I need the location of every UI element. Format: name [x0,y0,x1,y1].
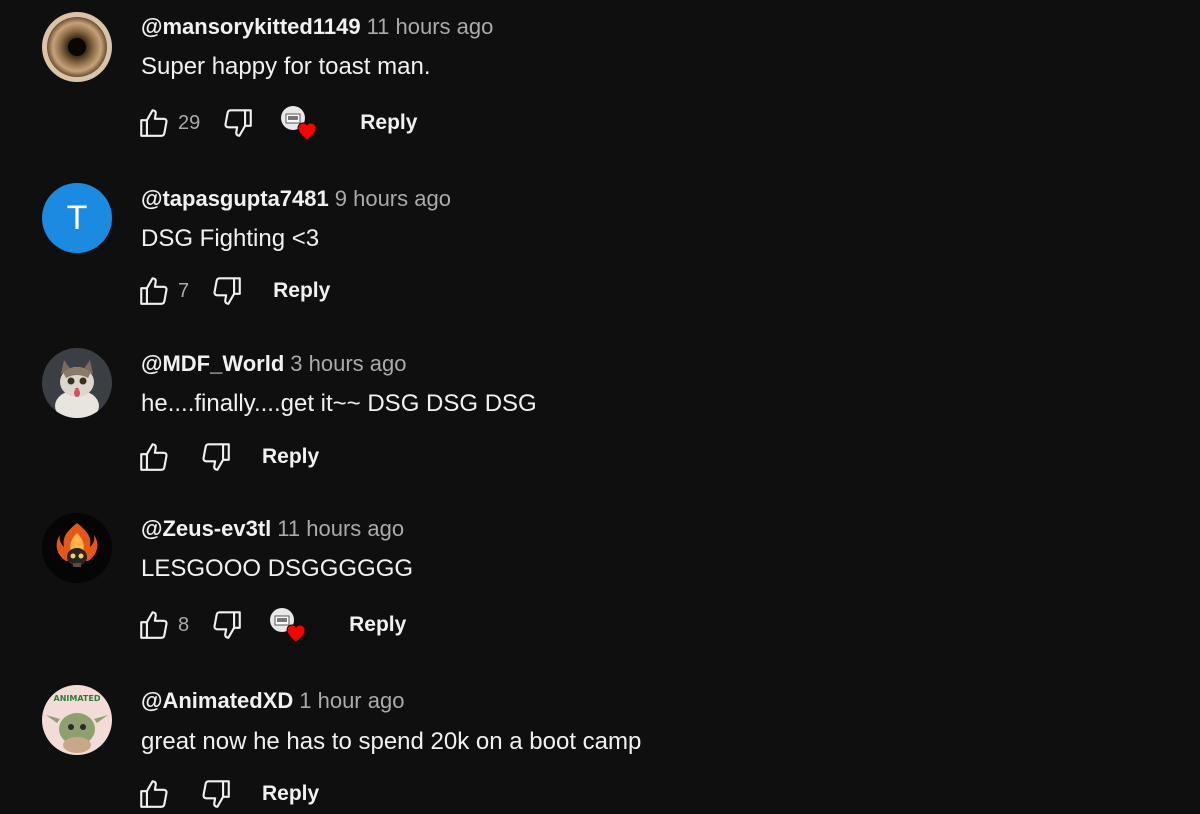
comment-header: @Zeus-ev3tl 11 hours ago [141,516,404,542]
reply-button[interactable]: Reply [349,613,406,637]
author-name[interactable]: @AnimatedXD [141,688,293,713]
dislike-button[interactable] [220,105,256,141]
like-button[interactable] [136,439,172,475]
comment-timestamp[interactable]: 1 hour ago [299,688,404,713]
dislike-button[interactable] [209,607,245,643]
like-button[interactable] [136,776,172,812]
comment-text: LESGOOO DSGGGGGG [141,555,414,582]
thumbs-up-icon [140,443,168,471]
reply-button[interactable]: Reply [262,445,319,469]
avatar-letter: T [66,198,88,237]
heart-icon [297,122,317,141]
like-count: 29 [178,111,201,134]
comment-actions: 8 Reply [136,605,406,645]
comment-actions: 7 Reply [136,271,330,311]
comment-header: @tapasgupta7481 9 hours ago [141,186,451,212]
comment-text: DSG Fighting <3 [141,225,320,252]
like-count: 7 [178,279,190,302]
reply-button[interactable]: Reply [273,279,330,303]
dislike-button[interactable] [198,439,234,475]
dislike-button[interactable] [198,776,234,812]
comment-text: great now he has to spend 20k on a boot … [141,728,642,755]
avatar[interactable] [42,348,112,418]
avatar[interactable]: T [42,183,112,253]
creator-heart-badge [269,607,309,643]
comment-text: Super happy for toast man. [141,53,431,80]
avatar-logo-text: ANIMATED [54,694,101,703]
comment-actions: 29 Reply [136,103,417,143]
avatar[interactable] [42,12,112,82]
author-name[interactable]: @MDF_World [141,351,284,376]
comment-actions: Reply [136,774,319,814]
reply-button[interactable]: Reply [262,782,319,806]
avatar[interactable] [42,513,112,583]
thumbs-up-icon [140,611,168,639]
dislike-button[interactable] [209,273,245,309]
comment-timestamp[interactable]: 11 hours ago [367,14,494,39]
comment-header: @mansorykitted1149 11 hours ago [141,14,493,40]
reply-button[interactable]: Reply [360,111,417,135]
comment-header: @MDF_World 3 hours ago [141,351,406,377]
comment-actions: Reply [136,437,319,477]
comment-timestamp[interactable]: 11 hours ago [277,516,404,541]
thumbs-down-icon [202,443,230,471]
like-button[interactable] [136,273,172,309]
thumbs-up-icon [140,109,168,137]
author-name[interactable]: @mansorykitted1149 [141,14,361,39]
like-button[interactable] [136,105,172,141]
thumbs-up-icon [140,780,168,808]
like-count: 8 [178,613,190,636]
thumbs-down-icon [213,277,241,305]
comment-header: @AnimatedXD 1 hour ago [141,688,404,714]
avatar[interactable]: ANIMATED [42,685,112,755]
comment-text: he....finally....get it~~ DSG DSG DSG [141,390,537,417]
comment-timestamp[interactable]: 9 hours ago [335,186,451,211]
comment-timestamp[interactable]: 3 hours ago [290,351,406,376]
creator-heart-badge [280,105,320,141]
like-button[interactable] [136,607,172,643]
thumbs-down-icon [202,780,230,808]
thumbs-up-icon [140,277,168,305]
author-name[interactable]: @Zeus-ev3tl [141,516,271,541]
heart-icon [286,624,306,643]
thumbs-down-icon [224,109,253,137]
thumbs-down-icon [213,611,241,639]
author-name[interactable]: @tapasgupta7481 [141,186,329,211]
